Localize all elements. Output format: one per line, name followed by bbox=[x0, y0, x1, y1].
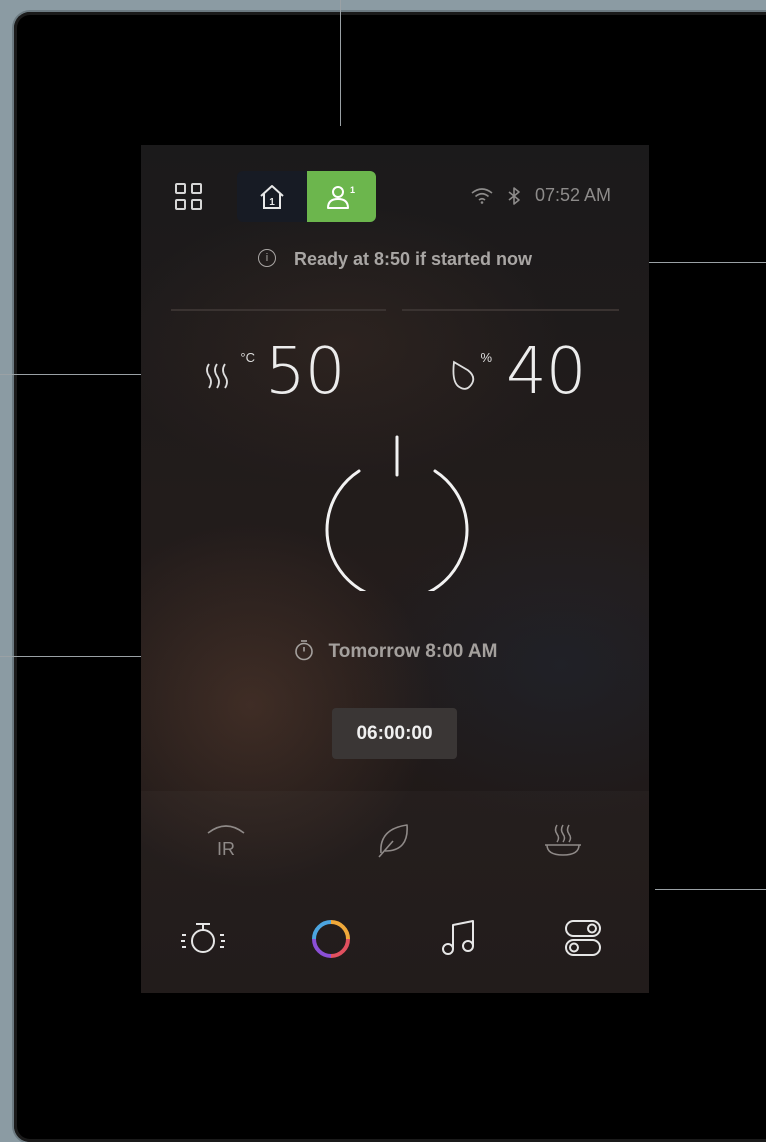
temperature-reading[interactable]: °C 50 bbox=[203, 335, 345, 409]
mode-infrared[interactable]: IR bbox=[204, 821, 248, 859]
toggle-switches-icon bbox=[565, 920, 601, 956]
leaf-icon bbox=[378, 824, 408, 858]
nav-light[interactable] bbox=[178, 915, 228, 961]
home-1-icon: 1 bbox=[260, 184, 284, 209]
bottom-panel: IR bbox=[141, 791, 649, 993]
temperature-unit: °C bbox=[203, 348, 255, 396]
water-drop-icon bbox=[452, 360, 475, 390]
humidity-unit: % bbox=[444, 348, 496, 396]
home-1-button[interactable]: 1 bbox=[237, 171, 307, 222]
status-area: 07:52 AM bbox=[471, 185, 611, 206]
user-1-button[interactable]: 1 bbox=[306, 171, 376, 222]
wifi-icon bbox=[471, 187, 493, 204]
divider-left bbox=[171, 309, 386, 311]
schedule-label: Tomorrow 8:00 AM bbox=[328, 641, 498, 663]
power-button[interactable] bbox=[317, 431, 477, 591]
temperature-value: 50 bbox=[265, 335, 345, 409]
top-bar: 1 1 07:52 AM bbox=[141, 145, 649, 245]
schedule-start[interactable]: Tomorrow 8:00 AM bbox=[141, 640, 649, 663]
heat-waves-icon bbox=[206, 363, 228, 389]
duration-timer[interactable]: 06:00:00 bbox=[332, 708, 457, 759]
nav-switches[interactable] bbox=[563, 917, 603, 959]
apps-grid-icon[interactable] bbox=[175, 183, 205, 213]
nav-music[interactable] bbox=[439, 917, 479, 959]
nav-color[interactable] bbox=[311, 919, 351, 959]
temperature-unit-label: °C bbox=[240, 350, 255, 365]
steam-icon bbox=[545, 824, 581, 856]
humidity-reading[interactable]: % 40 bbox=[444, 335, 586, 409]
mode-steam[interactable] bbox=[541, 821, 585, 859]
infrared-icon: IR bbox=[207, 825, 245, 859]
svg-text:1: 1 bbox=[269, 197, 275, 208]
ready-message: i Ready at 8:50 if started now bbox=[141, 249, 649, 270]
ready-message-text: Ready at 8:50 if started now bbox=[293, 249, 533, 269]
infrared-label: IR bbox=[217, 839, 235, 859]
bluetooth-icon bbox=[508, 186, 520, 205]
callout-line-bottom bbox=[655, 889, 766, 890]
color-ring-icon bbox=[312, 920, 350, 958]
clock-time: 07:52 AM bbox=[534, 185, 611, 205]
humidity-value: 40 bbox=[506, 335, 586, 409]
svg-text:1: 1 bbox=[350, 185, 355, 195]
stopwatch-icon bbox=[294, 640, 313, 661]
light-bulb-icon bbox=[181, 923, 225, 953]
humidity-unit-label: % bbox=[480, 350, 492, 365]
control-screen: 1 1 07:52 AM i Ready at 8:50 if started … bbox=[141, 145, 649, 993]
user-1-icon: 1 bbox=[327, 185, 355, 209]
callout-line-top bbox=[340, 0, 341, 126]
divider-right bbox=[402, 309, 619, 311]
info-icon: i bbox=[257, 249, 276, 268]
mode-eco[interactable] bbox=[375, 821, 413, 859]
mode-toggle: 1 1 bbox=[237, 171, 376, 222]
music-note-icon bbox=[442, 920, 474, 955]
